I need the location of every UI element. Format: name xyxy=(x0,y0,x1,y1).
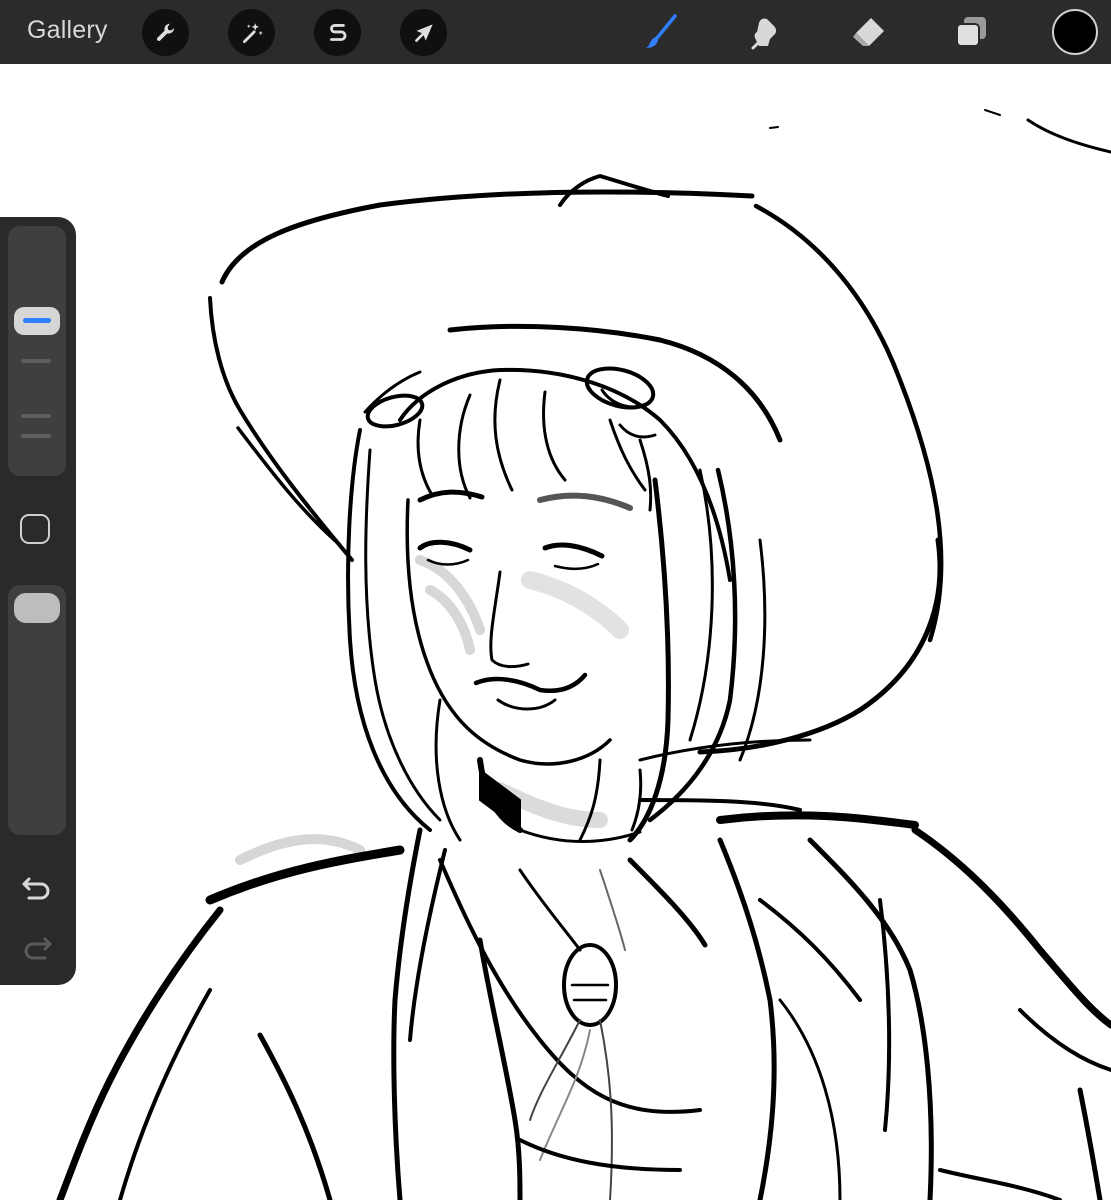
eraser-icon xyxy=(853,18,884,46)
eraser-tool-button[interactable] xyxy=(844,8,894,56)
top-toolbar: Gallery xyxy=(0,0,1111,64)
brush-size-slider[interactable] xyxy=(8,226,66,476)
side-toolbar xyxy=(0,217,76,985)
layers-icon xyxy=(956,17,986,47)
wrench-icon xyxy=(156,23,174,41)
layers-button[interactable] xyxy=(946,8,996,56)
arrow-cursor-icon xyxy=(414,23,433,42)
opacity-slider[interactable] xyxy=(8,585,66,835)
drawing-canvas[interactable] xyxy=(0,64,1111,1200)
sketch-artwork xyxy=(56,109,1111,1200)
brush-tool-button[interactable] xyxy=(636,8,686,56)
actions-button[interactable] xyxy=(142,9,189,56)
magic-wand-icon xyxy=(242,22,263,43)
size-indicator xyxy=(23,318,51,323)
gallery-button[interactable]: Gallery xyxy=(27,16,108,45)
slider-tick xyxy=(21,434,51,438)
smudge-finger-icon xyxy=(751,18,777,50)
smudge-tool-button[interactable] xyxy=(740,8,790,56)
selection-s-icon xyxy=(329,23,346,41)
slider-tick xyxy=(21,359,51,363)
redo-icon[interactable] xyxy=(17,927,57,967)
modify-button[interactable] xyxy=(20,514,50,544)
adjustments-button[interactable] xyxy=(228,9,275,56)
brush-size-handle[interactable] xyxy=(14,307,60,335)
opacity-handle[interactable] xyxy=(14,593,60,623)
selection-button[interactable] xyxy=(314,9,361,56)
undo-icon[interactable] xyxy=(17,867,57,907)
brush-icon xyxy=(646,14,677,48)
transform-button[interactable] xyxy=(400,9,447,56)
slider-tick xyxy=(21,414,51,418)
color-picker-swatch[interactable] xyxy=(1052,9,1098,55)
